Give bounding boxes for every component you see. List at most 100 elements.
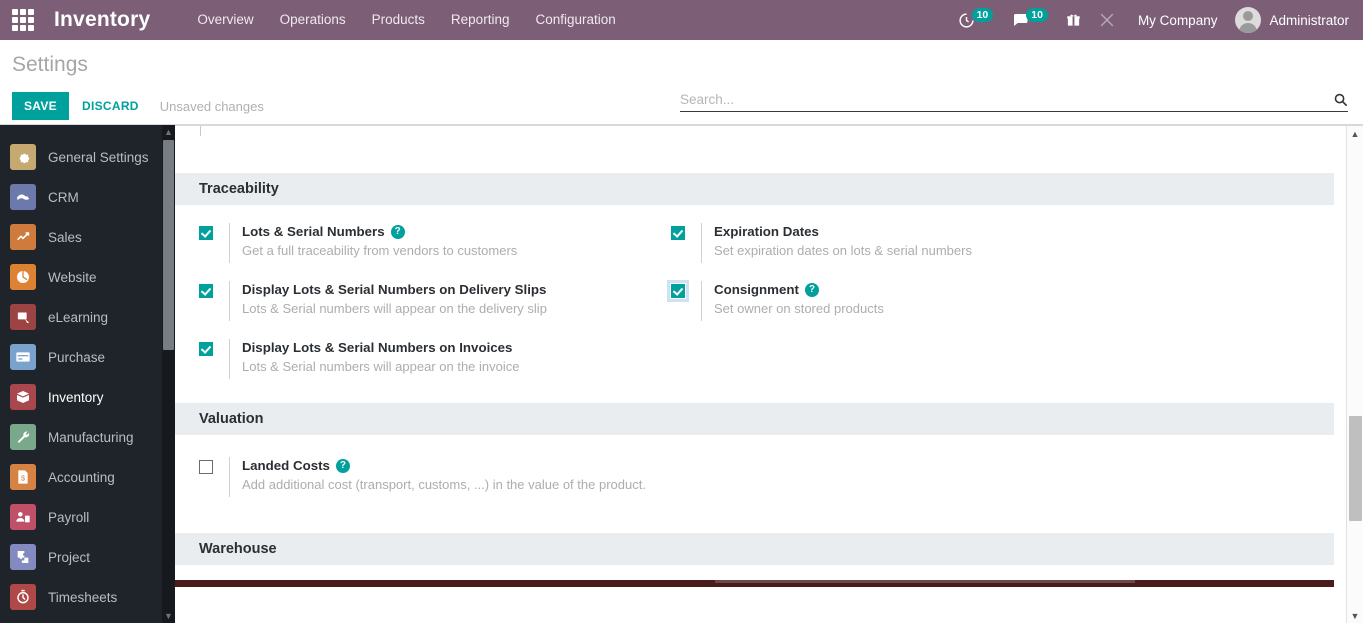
discard-button[interactable]: DISCARD <box>69 92 152 120</box>
sidebar-item-sales[interactable]: Sales <box>0 217 175 257</box>
section-body-valuation: Landed Costs ? Add additional cost (tran… <box>175 435 1334 533</box>
website-glyph <box>15 269 31 285</box>
setting-consignment: Consignment ? Set owner on stored produc… <box>671 281 1129 321</box>
chevron-up-icon[interactable]: ▲ <box>1347 126 1363 142</box>
sidebar-item-payroll[interactable]: Payroll <box>0 497 175 537</box>
search-input[interactable] <box>680 92 1333 107</box>
setting-label-row: Lots & Serial Numbers ? <box>242 223 517 241</box>
menu-item-products[interactable]: Products <box>359 0 438 40</box>
user-menu[interactable]: Administrator <box>1231 7 1357 33</box>
sidebar-item-label: Website <box>48 270 97 285</box>
elearning-app-icon <box>10 304 36 330</box>
section-column-right: Expiration Dates Set expiration dates on… <box>671 223 1141 397</box>
record-actions: SAVE DISCARD Unsaved changes <box>12 92 264 120</box>
activity-clock-icon[interactable]: 10 <box>949 0 1003 40</box>
sidebar-item-elearning[interactable]: eLearning <box>0 297 175 337</box>
setting-label-row: Display Lots & Serial Numbers on Deliver… <box>242 281 547 299</box>
sidebar-item-label: Purchase <box>48 350 105 365</box>
search-icon[interactable] <box>1333 92 1348 107</box>
sidebar-item-inventory[interactable]: Inventory <box>0 377 175 417</box>
accounting-glyph: $ <box>16 469 30 485</box>
sidebar-item-general-settings[interactable]: General Settings <box>0 137 175 177</box>
content-scrollbar[interactable]: ▲ ▼ <box>1346 126 1363 623</box>
checkbox-consignment[interactable] <box>671 284 685 298</box>
sidebar-item-website[interactable]: Website <box>0 257 175 297</box>
content-scrollbar-thumb[interactable] <box>1349 416 1362 521</box>
section-column-left: Landed Costs ? Add additional cost (tran… <box>199 457 671 515</box>
avatar-body <box>1239 23 1257 33</box>
avatar-head <box>1243 11 1253 21</box>
setting-text: Lots & Serial Numbers ? Get a full trace… <box>229 223 517 263</box>
sidebar-item-label: Accounting <box>48 470 115 485</box>
setting-description: Lots & Serial numbers will appear on the… <box>242 359 519 374</box>
checkbox-lots-serial-numbers[interactable] <box>199 226 213 240</box>
gift-icon[interactable] <box>1057 0 1090 40</box>
help-question-icon[interactable]: ? <box>391 225 405 239</box>
user-avatar-icon <box>1235 7 1261 33</box>
sidebar-item-crm[interactable]: CRM <box>0 177 175 217</box>
sidebar-scrollbar[interactable]: ▲ ▼ <box>162 125 175 623</box>
setting-label-row: Consignment ? <box>714 281 884 299</box>
company-selector[interactable]: My Company <box>1124 13 1232 28</box>
setting-description: Add additional cost (transport, customs,… <box>242 477 646 492</box>
checkbox-wrap <box>671 223 701 240</box>
settings-content: Traceability Lots & Serial Numbers ? Get <box>175 125 1363 623</box>
search-bar <box>680 92 1348 112</box>
chevron-down-icon[interactable]: ▼ <box>162 609 175 623</box>
checkbox-display-lots-on-delivery-slips[interactable] <box>199 284 213 298</box>
setting-label: Landed Costs <box>242 457 330 475</box>
messages-chat-icon[interactable]: 10 <box>1002 0 1057 40</box>
sidebar-item-label: Project <box>48 550 90 565</box>
sidebar-item-accounting[interactable]: $ Accounting <box>0 457 175 497</box>
settings-body: General Settings CRM Sales <box>0 125 1363 623</box>
setting-expiration-dates: Expiration Dates Set expiration dates on… <box>671 223 1129 263</box>
page-title: Settings <box>12 53 88 77</box>
chevron-down-icon[interactable]: ▼ <box>1347 608 1363 623</box>
section-title-traceability: Traceability <box>175 173 1334 205</box>
previous-section-cutoff <box>175 126 1334 173</box>
section-title-valuation: Valuation <box>175 403 1334 435</box>
payroll-app-icon <box>10 504 36 530</box>
systray: 10 10 My Company <box>949 0 1357 40</box>
gear-app-icon <box>10 144 36 170</box>
checkbox-wrap <box>199 457 229 474</box>
sidebar-item-project[interactable]: Project <box>0 537 175 577</box>
messages-count-badge: 10 <box>1026 8 1048 22</box>
sidebar-item-label: General Settings <box>48 150 149 165</box>
sidebar-scrollbar-thumb[interactable] <box>163 140 174 350</box>
activity-count-badge: 10 <box>972 8 994 22</box>
save-button[interactable]: SAVE <box>12 92 69 120</box>
sales-app-icon <box>10 224 36 250</box>
checkbox-wrap <box>199 223 229 240</box>
wrench-tools-icon[interactable] <box>1090 0 1124 40</box>
chevron-up-icon[interactable]: ▲ <box>162 125 175 139</box>
menu-item-operations[interactable]: Operations <box>267 0 359 40</box>
help-question-icon[interactable]: ? <box>336 459 350 473</box>
section-title-warehouse: Warehouse <box>175 533 1334 565</box>
sidebar-item-label: Inventory <box>48 390 104 405</box>
sidebar-item-purchase[interactable]: Purchase <box>0 337 175 377</box>
svg-text:$: $ <box>21 473 25 482</box>
menu-item-configuration[interactable]: Configuration <box>522 0 628 40</box>
menu-item-reporting[interactable]: Reporting <box>438 0 523 40</box>
checkbox-wrap <box>199 339 229 356</box>
app-brand-title[interactable]: Inventory <box>54 8 150 32</box>
top-navbar: Inventory Overview Operations Products R… <box>0 0 1363 40</box>
setting-display-lots-on-invoices: Display Lots & Serial Numbers on Invoice… <box>199 339 659 379</box>
setting-description: Lots & Serial numbers will appear on the… <box>242 301 547 316</box>
checkbox-landed-costs[interactable] <box>199 460 213 474</box>
timesheets-app-icon <box>10 584 36 610</box>
setting-label: Display Lots & Serial Numbers on Deliver… <box>242 281 546 299</box>
sidebar-item-label: Payroll <box>48 510 89 525</box>
sidebar-item-timesheets[interactable]: Timesheets <box>0 577 175 617</box>
section-column-right <box>671 457 1141 515</box>
sidebar-item-manufacturing[interactable]: Manufacturing <box>0 417 175 457</box>
help-question-icon[interactable]: ? <box>805 283 819 297</box>
viewport-bottom-edge-highlight <box>715 580 1135 583</box>
apps-grid-icon[interactable] <box>0 0 46 40</box>
inventory-glyph <box>15 389 31 405</box>
checkbox-display-lots-on-invoices[interactable] <box>199 342 213 356</box>
menu-item-overview[interactable]: Overview <box>184 0 266 40</box>
crm-app-icon <box>10 184 36 210</box>
checkbox-expiration-dates[interactable] <box>671 226 685 240</box>
